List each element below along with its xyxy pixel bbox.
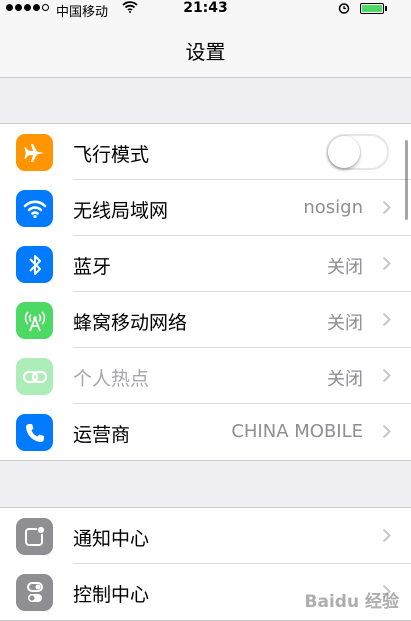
scroll-indicator[interactable] xyxy=(405,140,408,220)
notification-center-icon xyxy=(16,518,53,555)
row-label: 飞行模式 xyxy=(73,144,150,166)
bluetooth-icon xyxy=(16,246,53,283)
chevron-right-icon xyxy=(382,424,391,443)
battery-icon xyxy=(360,3,384,14)
settings-row-bluetooth[interactable]: 蓝牙 关闭 xyxy=(0,236,411,292)
row-label: 蓝牙 xyxy=(73,256,112,278)
status-bar: 中国移动 21:43 xyxy=(0,0,411,20)
hotspot-icon xyxy=(16,358,53,395)
row-value: 关闭 xyxy=(327,313,363,334)
chevron-right-icon xyxy=(382,312,391,331)
alarm-icon xyxy=(338,2,350,18)
row-label: 蜂窝移动网络 xyxy=(73,312,188,334)
connectivity-group: 飞行模式 无线局域网 nosign 蓝牙 关闭 蜂窝移动网络 关闭 个人热点 关… xyxy=(0,123,411,461)
chevron-right-icon xyxy=(382,528,391,547)
row-value: 关闭 xyxy=(327,257,363,278)
row-label: 无线局域网 xyxy=(73,200,169,222)
watermark: Baidu 经验 xyxy=(304,592,399,612)
chevron-right-icon xyxy=(382,256,391,275)
settings-row-airplane-mode[interactable]: 飞行模式 xyxy=(0,124,411,180)
cellular-icon xyxy=(16,302,53,339)
airplane-mode-toggle[interactable] xyxy=(326,134,389,170)
battery-tip xyxy=(385,6,387,11)
row-label: 运营商 xyxy=(73,424,131,446)
row-value: 关闭 xyxy=(327,369,363,390)
phone-icon xyxy=(16,414,53,451)
settings-row-personal-hotspot[interactable]: 个人热点 关闭 xyxy=(0,348,411,404)
chevron-right-icon xyxy=(382,368,391,387)
settings-row-notification-center[interactable]: 通知中心 xyxy=(0,508,411,564)
row-label: 个人热点 xyxy=(73,368,150,390)
row-value: nosign xyxy=(303,197,363,218)
wifi-icon xyxy=(16,190,53,227)
settings-row-wifi[interactable]: 无线局域网 nosign xyxy=(0,180,411,236)
settings-row-carrier[interactable]: 运营商 CHINA MOBILE xyxy=(0,404,411,460)
row-label: 通知中心 xyxy=(73,528,150,550)
page-title: 设置 xyxy=(185,40,226,64)
control-center-icon xyxy=(16,574,53,611)
airplane-icon xyxy=(16,134,53,171)
chevron-right-icon xyxy=(382,200,391,219)
row-value: CHINA MOBILE xyxy=(231,421,363,442)
row-label: 控制中心 xyxy=(73,584,150,606)
settings-row-cellular[interactable]: 蜂窝移动网络 关闭 xyxy=(0,292,411,348)
navigation-bar: 设置 xyxy=(0,18,411,78)
